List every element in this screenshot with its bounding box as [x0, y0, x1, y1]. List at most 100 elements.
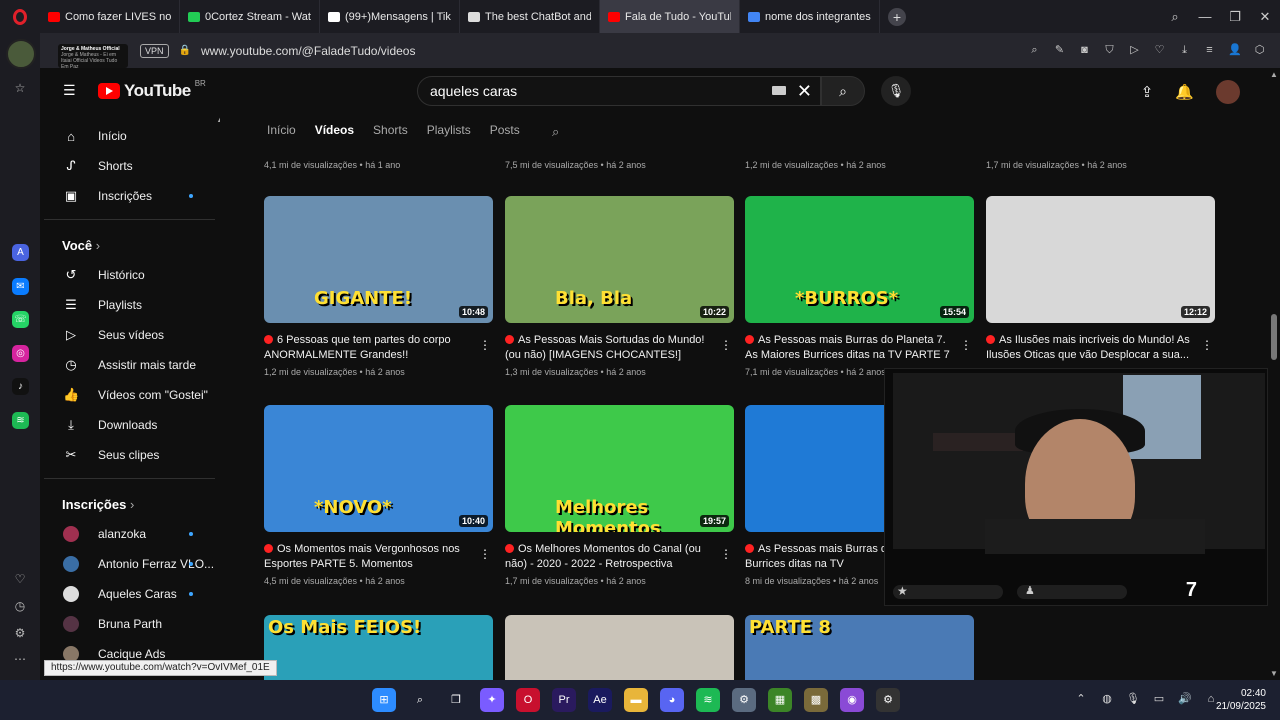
- system-clock[interactable]: 02:40 21/09/2025: [1216, 687, 1266, 713]
- volume-icon[interactable]: 🔊: [1178, 692, 1192, 706]
- channel-tab[interactable]: Vídeos: [315, 123, 354, 137]
- video-card[interactable]: Os Mais FEIOS!: [264, 615, 493, 680]
- video-options-icon[interactable]: ⋮: [479, 338, 491, 352]
- tray-app-icon[interactable]: ◍: [1100, 692, 1114, 706]
- menu-icon[interactable]: ☰: [63, 83, 78, 97]
- video-options-icon[interactable]: ⋮: [479, 547, 491, 561]
- close-window-button[interactable]: ✕: [1250, 9, 1280, 25]
- video-thumbnail[interactable]: GIGANTE! 10:48: [264, 196, 493, 323]
- video-title[interactable]: Os Momentos mais Vergonhosos nos Esporte…: [264, 542, 493, 572]
- sidebar-item[interactable]: ☰ Playlists: [44, 290, 220, 320]
- search-button[interactable]: ⌕: [821, 76, 865, 106]
- youtube-logo[interactable]: YouTube BR: [98, 79, 206, 101]
- browser-tab[interactable]: Fala de Tudo - YouTube: [600, 0, 740, 33]
- page-scrollbar[interactable]: ▲ ▼: [1268, 68, 1280, 680]
- spotify-icon[interactable]: ≋: [12, 412, 29, 429]
- download-icon[interactable]: ⤓: [1178, 44, 1191, 57]
- copilot-icon[interactable]: ✦: [480, 688, 504, 712]
- sidebar-subscriptions-heading[interactable]: Inscrições ›: [62, 497, 134, 512]
- browser-tab[interactable]: 0Cortez Stream - Watch Li: [180, 0, 320, 33]
- profile-avatar[interactable]: [6, 39, 36, 69]
- search-input[interactable]: aqueles caras ✕: [417, 76, 821, 106]
- opera-icon[interactable]: O: [516, 688, 540, 712]
- minecraft-launcher-icon[interactable]: ▦: [768, 688, 792, 712]
- windows-start-icon[interactable]: ⊞: [372, 688, 396, 712]
- extensions-icon[interactable]: ⬡: [1253, 44, 1266, 57]
- search-icon[interactable]: ⌕: [408, 688, 432, 712]
- video-card[interactable]: Bla, Bla 10:22 As Pessoas Mais Sortudas do…: [505, 196, 734, 377]
- tiktok-icon[interactable]: ♪: [12, 378, 29, 395]
- subscription-item[interactable]: Antonio Ferraz VLO...: [44, 549, 220, 579]
- new-tab-button[interactable]: +: [888, 7, 906, 26]
- sidebar-item[interactable]: ᔑ Shorts: [44, 151, 220, 181]
- lens-icon[interactable]: ⌕: [1028, 44, 1041, 57]
- opera-logo-icon[interactable]: [0, 0, 40, 33]
- channel-tab[interactable]: Shorts: [373, 123, 408, 137]
- steam-icon[interactable]: ⚙: [876, 688, 900, 712]
- lock-icon[interactable]: 🔒: [179, 45, 191, 56]
- video-card[interactable]: [505, 615, 734, 680]
- profile-icon[interactable]: 👤: [1228, 44, 1242, 57]
- task-view-icon[interactable]: ❐: [444, 688, 468, 712]
- video-card[interactable]: 12:12 As Ilusões mais incríveis do Mundo!…: [986, 196, 1215, 363]
- browser-tab[interactable]: Como fazer LIVES no Ti: [40, 0, 180, 33]
- sidebar-item[interactable]: ▷ Seus vídeos: [44, 320, 220, 350]
- file-explorer-icon[interactable]: ▬: [624, 688, 648, 712]
- video-card[interactable]: *BURROS* 15:54 As Pessoas mais Burras do P…: [745, 196, 974, 377]
- tray-chevron-icon[interactable]: ⌃: [1074, 692, 1088, 706]
- history-icon[interactable]: ◷: [13, 599, 27, 613]
- sidebar-item[interactable]: ↺ Histórico: [44, 260, 220, 290]
- channel-search-icon[interactable]: ⌕: [552, 124, 559, 140]
- easy-setup-icon[interactable]: ≡: [1203, 44, 1216, 57]
- maximize-button[interactable]: ❐: [1220, 9, 1250, 25]
- play-icon[interactable]: ▷: [1128, 44, 1141, 57]
- video-card[interactable]: GIGANTE! 10:48 6 Pessoas que tem partes do…: [264, 196, 493, 377]
- video-options-icon[interactable]: ⋮: [720, 338, 732, 352]
- subscription-item[interactable]: Aqueles Caras: [44, 579, 220, 609]
- video-title[interactable]: As Pessoas mais Burras do Planeta 7. As …: [745, 333, 974, 363]
- heart-icon[interactable]: ♡: [1153, 44, 1166, 57]
- video-thumbnail[interactable]: *NOVO* 10:40: [264, 405, 493, 532]
- browser-tab[interactable]: The best ChatBot and Wid: [460, 0, 600, 33]
- messenger-icon[interactable]: ✉: [12, 278, 29, 295]
- video-title[interactable]: As Pessoas Mais Sortudas do Mundo! (ou n…: [505, 333, 734, 363]
- sidebar-item[interactable]: 👍 Vídeos com "Gostei": [44, 380, 220, 410]
- spotify-icon[interactable]: ≋: [696, 688, 720, 712]
- keyboard-icon[interactable]: [772, 86, 786, 95]
- sidebar-item[interactable]: ⌂ Início: [44, 121, 220, 151]
- microphone-tray-icon[interactable]: 🎙: [1126, 692, 1140, 706]
- minimize-button[interactable]: —: [1190, 9, 1220, 24]
- channel-tab[interactable]: Playlists: [427, 123, 471, 137]
- more-icon[interactable]: ⋯: [13, 652, 27, 666]
- settings-icon[interactable]: ⚙: [13, 626, 27, 640]
- sidebar-item[interactable]: ⤓ Downloads: [44, 410, 220, 440]
- sidebar-item[interactable]: ▣ Inscrições: [44, 181, 220, 211]
- whatsapp-icon[interactable]: ☏: [12, 311, 29, 328]
- url-field[interactable]: www.youtube.com/@FaladeTudo/videos: [201, 44, 416, 58]
- subscription-item[interactable]: alanzoka: [44, 519, 220, 549]
- video-thumbnail[interactable]: Bla, Bla 10:22: [505, 196, 734, 323]
- channel-tab[interactable]: Posts: [490, 123, 520, 137]
- video-card[interactable]: Melhores Momentos 19:57 Os Melhores Moment…: [505, 405, 734, 586]
- instagram-icon[interactable]: ◎: [12, 345, 29, 362]
- channel-tab[interactable]: Início: [267, 123, 296, 137]
- video-thumbnail[interactable]: PARTE 8: [745, 615, 974, 680]
- after-effects-icon[interactable]: Ae: [588, 688, 612, 712]
- clear-search-icon[interactable]: ✕: [797, 81, 812, 102]
- shield-icon[interactable]: ⛉: [1103, 44, 1116, 57]
- discord-icon[interactable]: ◕: [660, 688, 684, 712]
- video-title[interactable]: 6 Pessoas que tem partes do corpo ANORMA…: [264, 333, 493, 363]
- video-card[interactable]: *NOVO* 10:40 Os Momentos mais Vergonhosos …: [264, 405, 493, 586]
- obs-icon[interactable]: ◉: [840, 688, 864, 712]
- music-player-widget[interactable]: Jorge & Matheus Official Jorge & Matheus…: [58, 44, 128, 70]
- video-thumbnail[interactable]: 12:12: [986, 196, 1215, 323]
- account-avatar[interactable]: [1216, 80, 1240, 104]
- video-thumbnail[interactable]: *BURROS* 15:54: [745, 196, 974, 323]
- aria-icon[interactable]: A: [12, 244, 29, 261]
- sidebar-item[interactable]: ✂ Seus clipes: [44, 440, 220, 470]
- browser-tab[interactable]: nome dos integrantes do: [740, 0, 880, 33]
- scrollbar-thumb[interactable]: [1271, 314, 1277, 360]
- vpn-badge[interactable]: VPN: [140, 43, 169, 58]
- microphone-icon[interactable]: 🎙: [881, 76, 911, 106]
- display-icon[interactable]: ▭: [1152, 692, 1166, 706]
